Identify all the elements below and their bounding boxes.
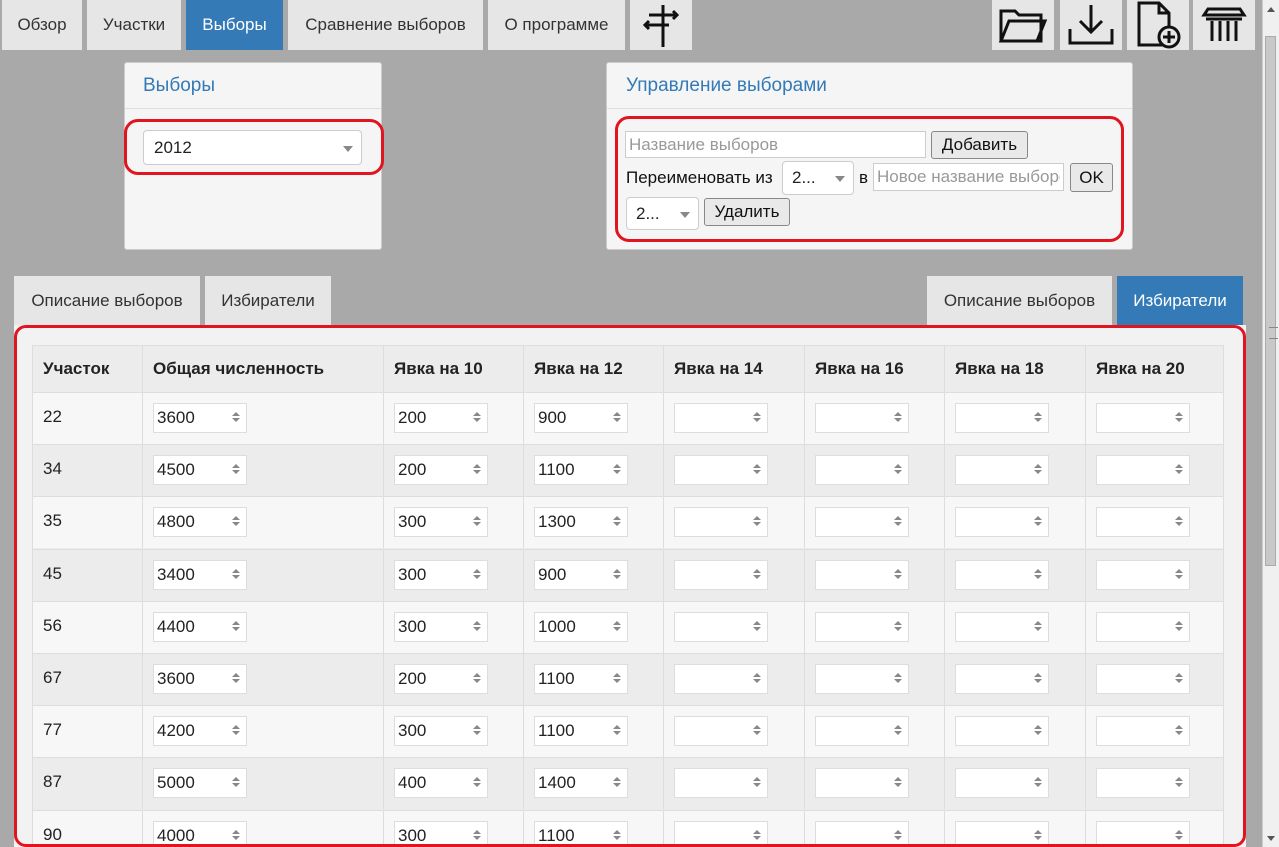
election-name-input[interactable] — [625, 131, 926, 158]
building-icon[interactable] — [1193, 0, 1255, 50]
election-select-value: 2012 — [154, 137, 192, 157]
chevron-down-icon — [680, 211, 690, 218]
new-document-icon[interactable] — [1127, 0, 1189, 50]
in-label: в — [859, 168, 869, 187]
ok-button[interactable]: OK — [1070, 163, 1113, 192]
scroll-up-icon[interactable] — [1263, 0, 1279, 17]
subtab-description-left[interactable]: Описание выборов — [14, 276, 200, 326]
delete-select-value: 2... — [636, 203, 660, 223]
delete-button[interactable]: Удалить — [704, 198, 790, 226]
tab-elections[interactable]: Выборы — [186, 0, 283, 50]
chevron-down-icon — [343, 145, 353, 152]
fork-sign-icon[interactable] — [630, 0, 692, 50]
open-folder-icon[interactable] — [992, 0, 1054, 50]
new-name-input[interactable] — [873, 163, 1064, 191]
download-icon[interactable] — [1060, 0, 1122, 50]
add-election-button[interactable]: Добавить — [931, 131, 1028, 159]
rename-label: Переименовать из — [626, 168, 773, 187]
scroll-down-icon[interactable] — [1263, 830, 1279, 847]
scrollbar-thumb[interactable] — [1265, 36, 1278, 566]
rename-from-select[interactable]: 2... — [782, 161, 854, 195]
highlight-ring — [14, 325, 1246, 847]
page-scrollbar[interactable] — [1262, 0, 1279, 847]
tab-compare-elections[interactable]: Сравнение выборов — [288, 0, 483, 50]
subtab-voters-right[interactable]: Избиратели — [1117, 276, 1243, 326]
manage-panel-title: Управление выборами — [607, 63, 1132, 109]
tab-precincts[interactable]: Участки — [87, 0, 181, 50]
subtab-voters-left[interactable]: Избиратели — [205, 276, 331, 326]
elections-panel-title: Выборы — [125, 63, 381, 109]
election-select[interactable]: 2012 — [143, 130, 362, 165]
tab-overview[interactable]: Обзор — [2, 0, 82, 50]
chevron-down-icon — [835, 176, 845, 182]
tab-about[interactable]: О программе — [488, 0, 625, 50]
delete-election-select[interactable]: 2... — [626, 197, 699, 230]
rename-from-value: 2... — [792, 168, 816, 187]
subtab-description-right[interactable]: Описание выборов — [927, 276, 1112, 326]
